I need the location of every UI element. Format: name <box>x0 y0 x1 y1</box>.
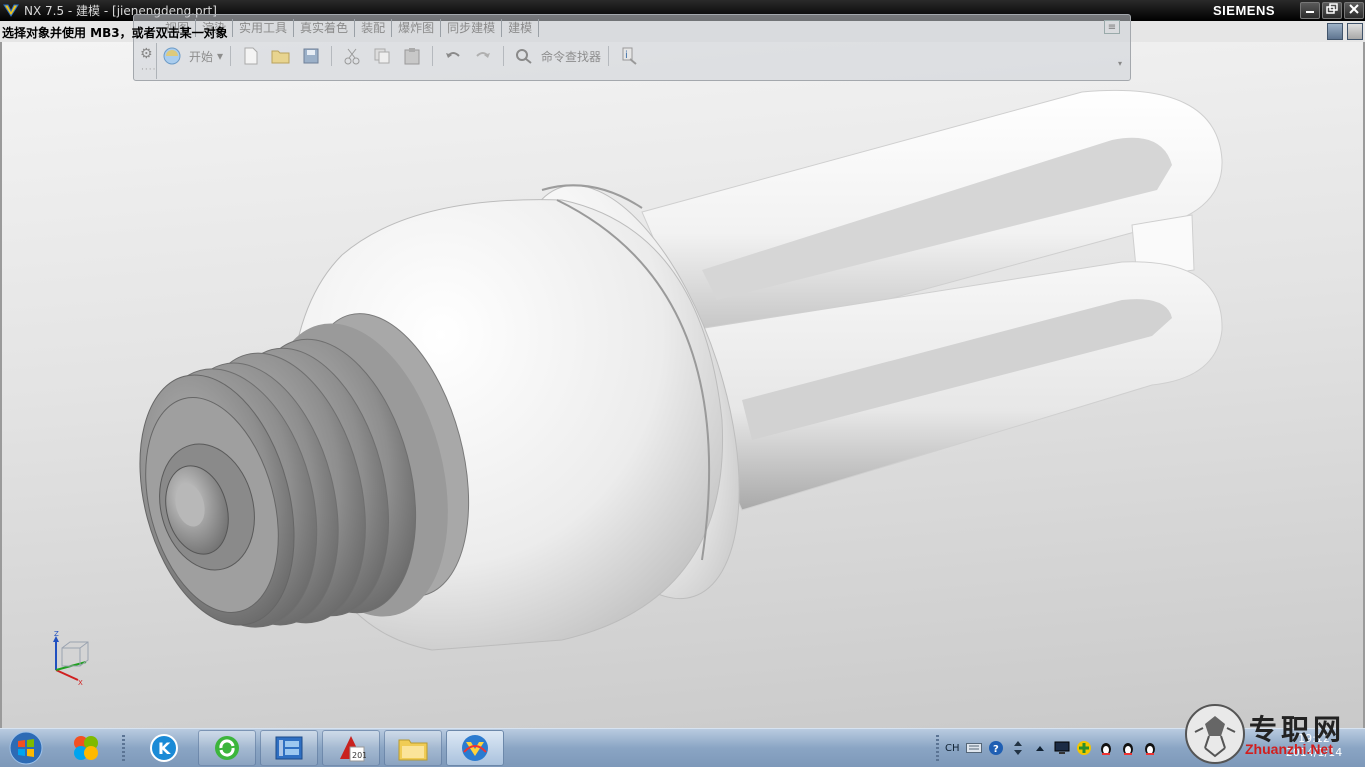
windows-taskbar: K 2010 CH ? <box>0 728 1365 767</box>
new-file-icon[interactable] <box>238 44 264 68</box>
svg-text:K: K <box>158 739 171 758</box>
input-language-indicator[interactable]: CH <box>945 743 960 754</box>
wcs-triad-icon: Z X <box>53 630 89 686</box>
window-tile-icon[interactable] <box>1347 23 1363 40</box>
cut-icon[interactable] <box>339 44 365 68</box>
qq-penguin-icon[interactable] <box>1120 740 1136 756</box>
info-icon[interactable]: i <box>616 44 642 68</box>
command-finder-icon[interactable] <box>511 44 537 68</box>
redo-icon[interactable] <box>470 44 496 68</box>
tab-exploded-view[interactable]: 爆炸图 <box>392 19 442 37</box>
save-icon[interactable] <box>298 44 324 68</box>
toolbar-separator <box>503 46 505 66</box>
system-tray: CH ? <box>945 733 1158 763</box>
show-hidden-icons-icon[interactable] <box>1032 740 1048 756</box>
monitor-icon[interactable] <box>1054 740 1070 756</box>
minimize-button[interactable] <box>1300 2 1320 19</box>
toolbar-separator <box>432 46 434 66</box>
undo-icon[interactable] <box>440 44 466 68</box>
ribbon-options-icon[interactable]: ≡ <box>1104 20 1120 34</box>
open-folder-icon[interactable] <box>268 44 294 68</box>
svg-text:i: i <box>625 50 628 61</box>
taskbar-app-nx[interactable] <box>446 730 504 766</box>
triad-x-label: X <box>78 679 83 686</box>
keyboard-icon[interactable] <box>965 740 982 756</box>
qq-penguin-icon[interactable] <box>1142 740 1158 756</box>
copy-icon[interactable] <box>369 44 395 68</box>
restore-button[interactable] <box>1322 2 1342 19</box>
toolbar-separator <box>331 46 333 66</box>
toolbar-overflow-icon[interactable]: ▾ <box>1118 59 1122 68</box>
svg-text:?: ? <box>993 744 999 755</box>
site-watermark: 专职网 Zhuanzhi.Net <box>1181 700 1365 767</box>
nx-app-icon[interactable] <box>3 3 19 18</box>
taskbar-app-explorer[interactable] <box>384 730 442 766</box>
tab-sync-modeling[interactable]: 同步建模 <box>441 19 503 37</box>
tab-true-shading[interactable]: 真实着色 <box>294 19 356 37</box>
ime-arrows-icon[interactable] <box>1010 740 1026 756</box>
view-layout-icon[interactable] <box>1327 23 1343 40</box>
taskbar-app-colorful[interactable] <box>57 730 115 766</box>
tab-assembly[interactable]: 装配 <box>355 19 393 37</box>
taskbar-app-refresh[interactable] <box>198 730 256 766</box>
taskbar-app-k[interactable]: K <box>135 730 193 766</box>
paste-icon[interactable] <box>399 44 425 68</box>
toolbar-separator <box>608 46 610 66</box>
start-menu-icon[interactable] <box>159 44 185 68</box>
start-menu-label[interactable]: 开始 <box>189 48 213 65</box>
soccer-ball-logo <box>1185 704 1245 764</box>
chevron-down-icon[interactable]: ▾ <box>217 49 223 63</box>
start-button[interactable] <box>0 730 52 766</box>
toolbar-settings-strip: ⚙ ···· <box>136 43 157 79</box>
ribbon-toolbar: 视图 渲染 实用工具 真实着色 装配 爆炸图 同步建模 建模 ≡ ⚙ ···· … <box>133 14 1131 81</box>
taskbar-grip[interactable] <box>122 735 125 761</box>
security-shield-icon[interactable] <box>1076 740 1092 756</box>
close-button[interactable] <box>1344 2 1364 19</box>
graphics-window[interactable]: Z X <box>0 42 1365 728</box>
siemens-logo: SIEMENS <box>1213 3 1276 18</box>
gear-icon[interactable]: ⚙ <box>140 46 153 62</box>
standard-toolbar: 开始 ▾ 命令查找器 i <box>159 43 642 69</box>
triad-z-label: Z <box>54 630 59 638</box>
taskbar-app-film[interactable] <box>260 730 318 766</box>
taskbar-app-autocad[interactable]: 2010 <box>322 730 380 766</box>
cfl-bulb-model[interactable] <box>2 42 1363 728</box>
help-icon[interactable]: ? <box>988 740 1004 756</box>
watermark-url: Zhuanzhi.Net <box>1245 741 1333 757</box>
qq-penguin-icon[interactable] <box>1098 740 1114 756</box>
svg-text:2010: 2010 <box>352 751 366 760</box>
tray-grip[interactable] <box>936 735 939 761</box>
toolbar-separator <box>230 46 232 66</box>
tab-utilities[interactable]: 实用工具 <box>233 19 295 37</box>
grip-icon[interactable]: ···· <box>141 65 156 75</box>
command-finder-label[interactable]: 命令查找器 <box>541 48 601 65</box>
status-prompt: 选择对象并使用 MB3，或者双击某一对象 <box>2 26 228 40</box>
tab-modeling[interactable]: 建模 <box>502 19 540 37</box>
